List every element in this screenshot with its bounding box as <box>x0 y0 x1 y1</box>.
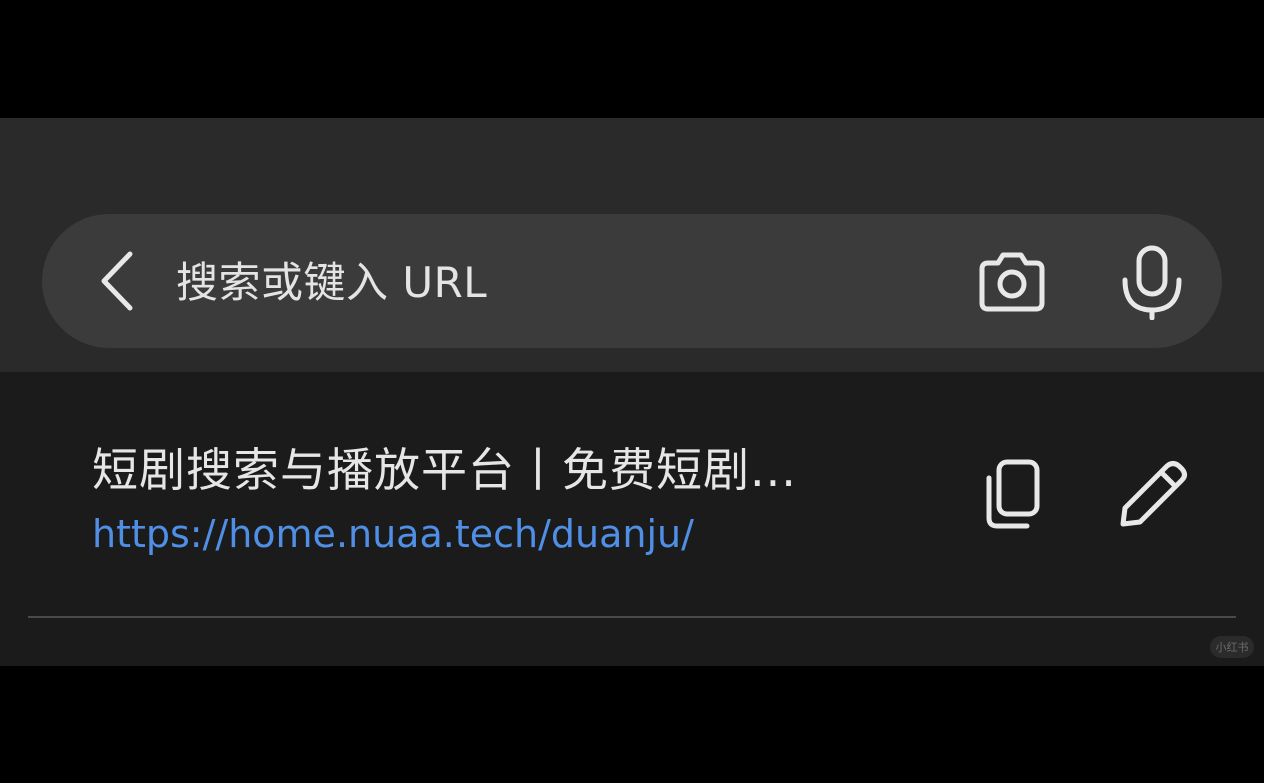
copy-icon <box>986 459 1040 529</box>
watermark: 小红书 <box>1210 636 1254 658</box>
copy-button[interactable] <box>978 456 1048 532</box>
suggestions-list: 短剧搜索与播放平台丨免费短剧... https://home.nuaa.tech… <box>0 372 1264 666</box>
back-button[interactable] <box>92 246 144 316</box>
microphone-button[interactable] <box>1114 242 1190 322</box>
search-input[interactable] <box>176 254 936 310</box>
camera-button[interactable] <box>972 246 1052 318</box>
suggestion-url: https://home.nuaa.tech/duanju/ <box>92 512 694 556</box>
divider <box>28 616 1236 618</box>
chevron-left-icon <box>101 251 133 311</box>
camera-icon <box>979 252 1045 312</box>
list-item[interactable]: 短剧搜索与播放平台丨免费短剧... https://home.nuaa.tech… <box>0 372 1264 616</box>
search-header <box>0 118 1264 372</box>
pencil-icon <box>1120 461 1187 527</box>
microphone-icon <box>1122 245 1182 320</box>
suggestion-title: 短剧搜索与播放平台丨免费短剧... <box>92 443 797 497</box>
browser-screen: 短剧搜索与播放平台丨免费短剧... https://home.nuaa.tech… <box>0 0 1264 783</box>
edit-button[interactable] <box>1112 456 1192 532</box>
